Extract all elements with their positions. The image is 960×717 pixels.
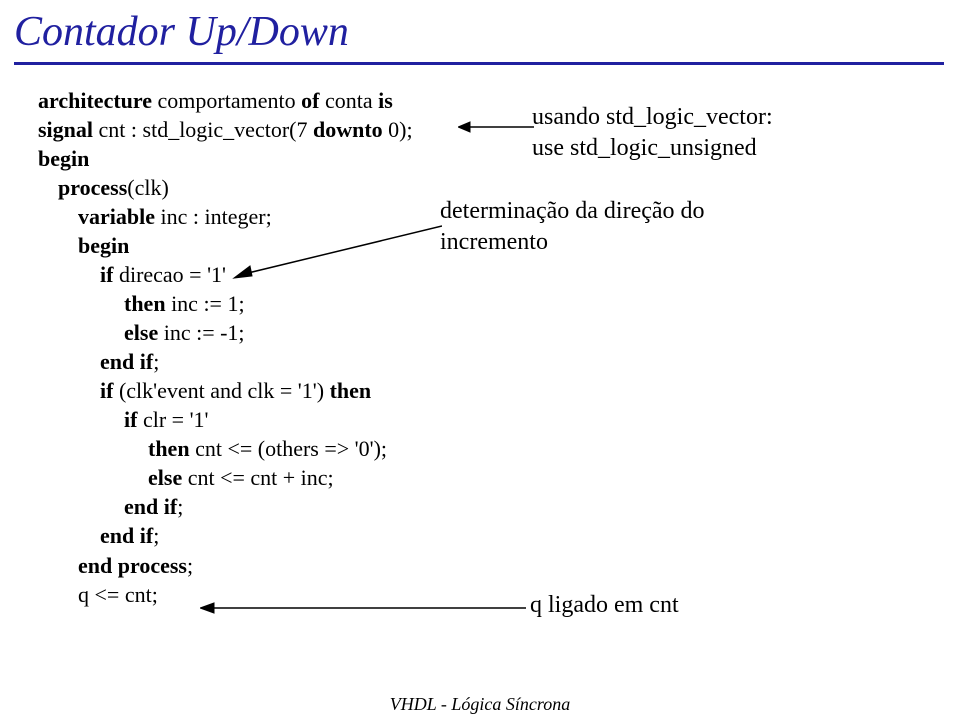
txt: ; [187, 553, 193, 578]
code-line-17: end process; [38, 551, 413, 580]
code-line-15: end if; [38, 492, 413, 521]
code-line-14: else cnt <= cnt + inc; [38, 463, 413, 492]
kw-downto: downto [313, 117, 383, 142]
kw-else: else [124, 320, 158, 345]
txt: inc := -1; [158, 320, 244, 345]
kw-is: is [378, 88, 393, 113]
txt: direcao = '1' [113, 262, 226, 287]
code-line-3: begin [38, 144, 413, 173]
anno-line: usando std_logic_vector: [532, 102, 842, 133]
anno-line: incremento [440, 227, 780, 258]
kw-then: then [148, 436, 190, 461]
anno-line: determinação da direção do [440, 196, 780, 227]
code-block: architecture comportamento of conta is s… [38, 86, 413, 609]
code-line-12: if clr = '1' [38, 405, 413, 434]
arrow-icon [200, 600, 526, 616]
kw-process: process [58, 175, 127, 200]
txt: ; [153, 523, 159, 548]
kw-architecture: architecture [38, 88, 152, 113]
txt: clr = '1' [137, 407, 208, 432]
arrow-icon [458, 120, 534, 134]
txt: 0); [383, 117, 413, 142]
kw-then: then [330, 378, 372, 403]
txt: ; [153, 349, 159, 374]
kw-signal: signal [38, 117, 93, 142]
txt: inc := 1; [166, 291, 245, 316]
title-underline [14, 62, 944, 65]
txt: ; [177, 494, 183, 519]
anno-line: q ligado em cnt [530, 592, 679, 618]
code-line-8: then inc := 1; [38, 289, 413, 318]
kw-if: if [100, 262, 113, 287]
txt: conta [319, 88, 378, 113]
kw-then: then [124, 291, 166, 316]
kw-endif: end if [124, 494, 177, 519]
txt: cnt <= (others => '0'); [190, 436, 387, 461]
annotation-direction: determinação da direção do incremento [440, 196, 780, 258]
code-line-13: then cnt <= (others => '0'); [38, 434, 413, 463]
kw-endif: end if [100, 349, 153, 374]
kw-endif: end if [100, 523, 153, 548]
code-line-2: signal cnt : std_logic_vector(7 downto 0… [38, 115, 413, 144]
code-line-11: if (clk'event and clk = '1') then [38, 376, 413, 405]
footer-text: VHDL - Lógica Síncrona [0, 694, 960, 715]
arrow-icon [230, 222, 442, 282]
kw-else: else [148, 465, 182, 490]
code-line-9: else inc := -1; [38, 318, 413, 347]
annotation-std-logic: usando std_logic_vector: use std_logic_u… [532, 102, 842, 164]
txt: (clk) [127, 175, 169, 200]
kw-variable: variable [78, 204, 155, 229]
kw-of: of [301, 88, 319, 113]
code-line-16: end if; [38, 521, 413, 550]
annotation-q-ligado: q ligado em cnt [530, 590, 679, 621]
code-line-10: end if; [38, 347, 413, 376]
code-line-1: architecture comportamento of conta is [38, 86, 413, 115]
code-line-4: process(clk) [38, 173, 413, 202]
txt: cnt <= cnt + inc; [182, 465, 333, 490]
txt: comportamento [152, 88, 301, 113]
kw-if: if [100, 378, 113, 403]
page-title: Contador Up/Down [0, 0, 960, 56]
kw-endprocess: end process [78, 553, 187, 578]
anno-line: use std_logic_unsigned [532, 133, 842, 164]
txt: cnt : std_logic_vector(7 [93, 117, 313, 142]
txt: (clk'event and clk = '1') [113, 378, 329, 403]
kw-if: if [124, 407, 137, 432]
